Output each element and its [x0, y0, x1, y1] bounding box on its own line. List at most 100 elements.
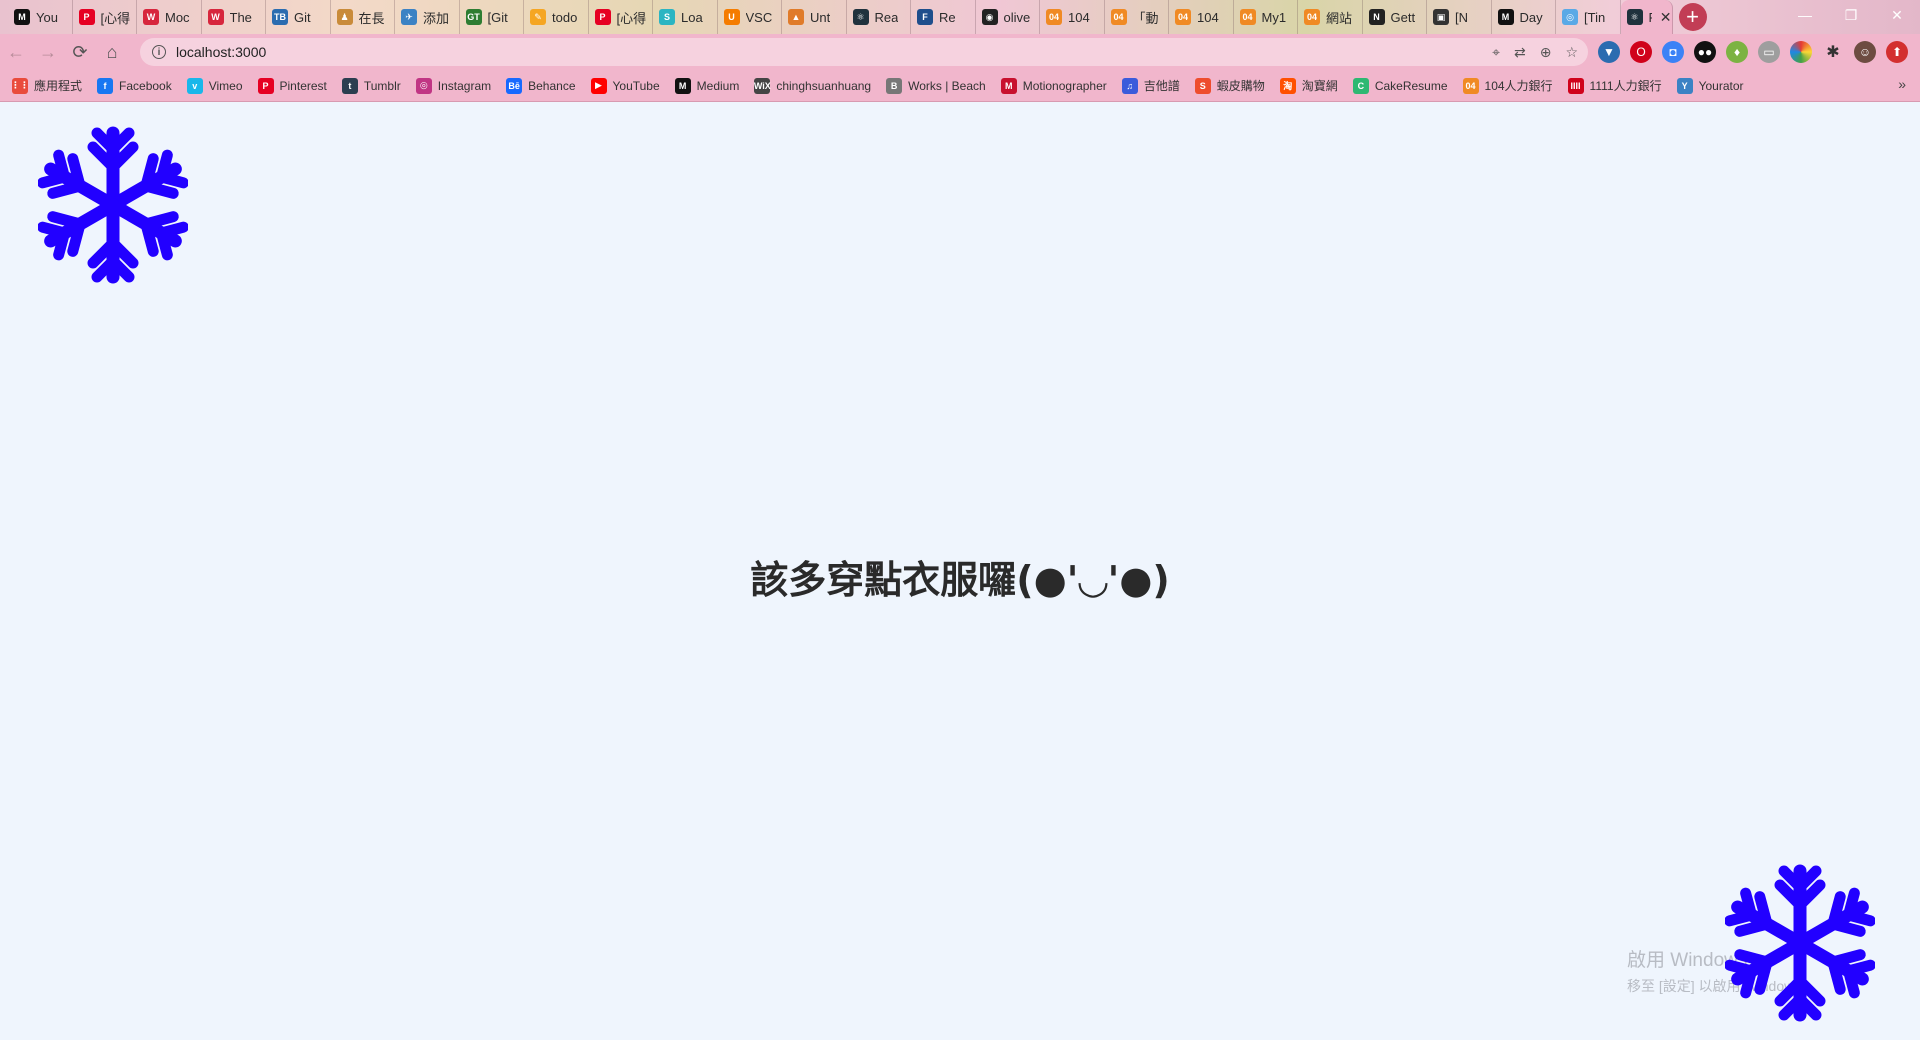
bookmark-item[interactable]: v Vimeo — [186, 77, 243, 94]
browser-tab[interactable]: N Gett — [1363, 0, 1427, 34]
browser-tab[interactable]: 04 「動 — [1105, 0, 1169, 34]
profile-avatar[interactable]: ☺ — [1854, 41, 1876, 63]
bookmark-item[interactable]: ▶ YouTube — [590, 77, 660, 94]
reload-button[interactable]: ⟳ — [64, 36, 96, 68]
bookmark-label: 淘寶網 — [1301, 79, 1338, 93]
url-text[interactable]: localhost:3000 — [176, 44, 266, 60]
bookmark-label: Tumblr — [363, 78, 401, 93]
browser-tab[interactable]: M Day — [1492, 0, 1556, 34]
update-menu-icon[interactable]: ⬆ — [1886, 41, 1908, 63]
extensions-area: ▼ O ◘ ●● ♦ ▭ ✱ ☺ ⬆ — [1598, 38, 1908, 66]
bookmark-item[interactable]: ⋮⋮ 應用程式 — [11, 77, 83, 94]
tab-favicon-icon: M — [14, 9, 30, 25]
browser-tab[interactable]: ⚛ Rea — [847, 0, 911, 34]
bookmark-favicon-icon: C — [1352, 77, 1369, 94]
bookmark-label: 吉他譜 — [1143, 79, 1180, 93]
browser-tab[interactable]: S Loa — [653, 0, 718, 34]
window-extension-icon[interactable]: ▭ — [1758, 41, 1780, 63]
browser-tab[interactable]: ◉ olive — [976, 0, 1040, 34]
bookmark-item[interactable]: 淘淘寶網 — [1279, 77, 1338, 94]
bookmark-label: Motionographer — [1022, 78, 1107, 93]
bookmark-label: Facebook — [119, 78, 172, 93]
tab-title: 104 — [1197, 9, 1219, 25]
bookmark-item[interactable]: M Medium — [674, 77, 739, 94]
bookmark-favicon-icon: ◎ — [415, 77, 432, 94]
bookmark-label: 應用程式 — [34, 79, 83, 93]
close-window-button[interactable]: ✕ — [1874, 0, 1920, 30]
browser-tab[interactable]: ◎ [Tin — [1556, 0, 1621, 34]
browser-tab[interactable]: M You — [8, 0, 73, 34]
minimize-button[interactable]: — — [1782, 0, 1828, 30]
opera-extension-icon[interactable]: O — [1630, 41, 1652, 63]
forward-button[interactable]: → — [32, 36, 64, 68]
browser-tab[interactable]: ✈ 添加 — [395, 0, 460, 34]
tab-close-icon[interactable]: ✕ — [1660, 9, 1672, 26]
tab-favicon-icon: N — [1368, 9, 1385, 25]
browser-tab[interactable]: ▣ [N — [1427, 0, 1492, 34]
browser-tab[interactable]: ⚛ F ✕ — [1620, 0, 1673, 34]
window-controls: — ❐ ✕ — [1782, 0, 1920, 34]
bookmark-item[interactable]: f Facebook — [97, 77, 172, 94]
browser-tab[interactable]: ✎ todo — [524, 0, 589, 34]
vpn-extension-icon[interactable]: ▼ — [1598, 41, 1620, 63]
new-tab-button[interactable]: + — [1678, 3, 1707, 31]
browser-tab[interactable]: ▲ Unt — [782, 0, 847, 34]
bookmark-favicon-icon: 04 — [1462, 77, 1479, 94]
translate-icon[interactable]: ⇄ — [1514, 44, 1526, 61]
bookmark-item[interactable]: P Pinterest — [257, 77, 327, 94]
home-button[interactable]: ⌂ — [96, 36, 128, 68]
glasses-extension-icon[interactable]: ●● — [1694, 41, 1716, 63]
address-bar[interactable]: i localhost:3000 ⌖ ⇄ ⊕ ☆ — [140, 38, 1588, 66]
bookmark-favicon-icon: S — [1194, 77, 1211, 94]
browser-tab[interactable]: F Re — [911, 0, 976, 34]
browser-tab[interactable]: P [心得 — [73, 0, 137, 34]
browser-tab[interactable]: GT [Git — [460, 0, 524, 34]
browser-tab[interactable]: 04 104 — [1169, 0, 1234, 34]
bookmark-star-icon[interactable]: ☆ — [1565, 44, 1578, 61]
address-bar-actions: ⌖ ⇄ ⊕ ☆ — [1492, 38, 1578, 66]
browser-tab[interactable]: ♟ 在長 — [331, 0, 395, 34]
tab-title: Unt — [810, 9, 831, 25]
tab-favicon-icon: 04 — [1239, 9, 1256, 25]
bookmark-label: 蝦皮購物 — [1216, 79, 1265, 93]
browser-tab[interactable]: 04 My1 — [1234, 0, 1298, 34]
bookmark-item[interactable]: ◎ Instagram — [415, 77, 491, 94]
bookmark-item[interactable]: ♫ 吉他譜 — [1121, 77, 1180, 94]
bookmark-item[interactable]: C CakeResume — [1352, 77, 1448, 94]
bookmark-item[interactable]: 04 104人力銀行 — [1462, 77, 1553, 94]
leaf-extension-icon[interactable]: ♦ — [1726, 41, 1748, 63]
bitwarden-extension-icon[interactable]: ◘ — [1662, 41, 1684, 63]
back-button[interactable]: ← — [0, 36, 32, 68]
bookmark-item[interactable]: S 蝦皮購物 — [1194, 77, 1265, 94]
bookmark-favicon-icon: f — [97, 77, 114, 94]
bookmarks-bar: ⋮⋮ 應用程式 f Facebook v Vimeo P Pinterest t Tumblr ◎ I… — [0, 70, 1920, 102]
bookmark-item[interactable]: Y Yourator — [1676, 77, 1744, 94]
bookmark-item[interactable]: IIII 1111人力銀行 — [1567, 77, 1662, 94]
tab-title: [Git — [487, 9, 508, 25]
browser-tab[interactable]: U VSC — [718, 0, 782, 34]
browser-tab[interactable]: W The — [202, 0, 266, 34]
tab-favicon-icon: ◎ — [1562, 9, 1578, 25]
zoom-icon[interactable]: ⊕ — [1540, 44, 1552, 61]
tab-title: The — [229, 9, 252, 25]
extensions-puzzle-icon[interactable]: ✱ — [1822, 41, 1844, 63]
bookmark-item[interactable]: WiX chinghsuanhuang — [754, 77, 871, 94]
bookmark-item[interactable]: Bē Behance — [506, 77, 576, 94]
bookmarks-overflow-icon[interactable]: » — [1898, 76, 1906, 92]
site-info-icon[interactable]: i — [152, 45, 166, 59]
browser-tab[interactable]: 04 104 — [1040, 0, 1105, 34]
bookmark-item[interactable]: B Works | Beach — [886, 77, 986, 94]
browser-tab[interactable]: TB Git — [266, 0, 331, 34]
tab-title: Git — [294, 9, 311, 25]
bookmark-item[interactable]: M Motionographer — [1000, 77, 1107, 94]
restore-button[interactable]: ❐ — [1828, 0, 1874, 30]
location-icon[interactable]: ⌖ — [1492, 44, 1500, 61]
color-picker-extension-icon[interactable] — [1790, 41, 1812, 63]
bookmark-item[interactable]: t Tumblr — [341, 77, 401, 94]
bookmark-favicon-icon: 淘 — [1279, 77, 1296, 94]
tab-title: Day — [1519, 9, 1543, 25]
bookmark-favicon-icon: IIII — [1567, 77, 1584, 94]
browser-tab[interactable]: 04 網站 — [1298, 0, 1363, 34]
browser-tab[interactable]: P [心得 — [589, 0, 653, 34]
browser-tab[interactable]: W Moc — [137, 0, 202, 34]
